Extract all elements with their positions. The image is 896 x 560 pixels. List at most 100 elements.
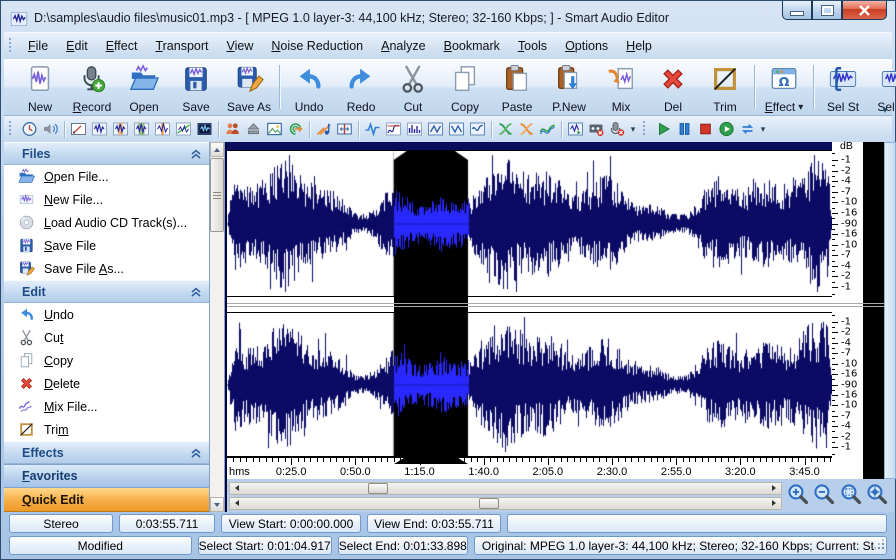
vertical-scrollbar[interactable] [884,142,896,479]
toolbar-overflow-button[interactable]: ▾ [758,126,768,133]
toolbar-button-trim[interactable]: Trim [699,62,751,114]
toolbar-button-copy[interactable]: Copy [439,62,491,114]
menu-item-noise-reduction[interactable]: Noise Reduction [262,36,372,56]
sidebar-item-new-file[interactable]: New File... [4,188,209,211]
toolbar-grip[interactable] [8,121,13,137]
sidebar-scrollbar-thumb[interactable] [210,158,224,232]
smooth-icon[interactable] [537,119,558,139]
zoom-out-button[interactable] [812,482,835,510]
toolbar-button-record[interactable]: Record [66,62,118,114]
menu-item-file[interactable]: File [19,36,57,56]
wave-crop-icon[interactable] [131,119,152,139]
menu-item-effect[interactable]: Effect [97,36,147,56]
horizontal-scrollbar-1[interactable] [229,482,782,495]
dropdown-caret-icon[interactable]: ▾ [798,102,803,113]
playcircle-icon[interactable] [716,119,737,139]
minimize-button[interactable] [782,1,812,20]
maximize-button[interactable] [812,1,842,20]
waveform-overview-strip[interactable] [227,142,832,150]
collapse-chevron-icon[interactable] [191,448,201,458]
toolbar-grip[interactable] [642,121,647,137]
scrollbar-thumb[interactable] [368,483,388,494]
sidebar-item-load-audio-cd-track-s[interactable]: Load Audio CD Track(s)... [4,211,209,234]
zoom-in-button[interactable] [786,482,809,510]
wave-envelope-icon[interactable] [173,119,194,139]
scroll-left-arrow[interactable] [231,499,243,508]
waveform-right-channel[interactable] [227,312,832,457]
play-icon[interactable] [653,119,674,139]
filter2-icon[interactable] [446,119,467,139]
toolbar-button-mix[interactable]: Mix [595,62,647,114]
cross-green-icon[interactable] [495,119,516,139]
menu-item-bookmark[interactable]: Bookmark [435,36,509,56]
pause-icon[interactable] [674,119,695,139]
sidebar-band-favorites[interactable]: Favorites [4,464,209,488]
stop-icon[interactable] [695,119,716,139]
sidebar-item-mix-file[interactable]: Mix File... [4,395,209,418]
cursor-marker-icon[interactable] [334,119,355,139]
toolbar-button-save[interactable]: Save [170,62,222,114]
wave-marker-icon[interactable] [152,119,173,139]
zoom-full-button[interactable] [865,482,888,510]
sidebar-item-copy[interactable]: Copy [4,349,209,372]
toolbar-overflow-button[interactable]: ▾ [628,126,638,133]
sidebar-item-delete[interactable]: Delete [4,372,209,395]
menu-item-analyze[interactable]: Analyze [372,36,434,56]
tape-x-icon[interactable] [586,119,607,139]
eject-icon[interactable] [243,119,264,139]
toolbar-button-p-new[interactable]: P.New [543,62,595,114]
sidebar-scrollbar[interactable] [210,142,225,512]
spiral-icon[interactable] [285,119,306,139]
sidebar-item-undo[interactable]: Undo [4,303,209,326]
title-bar[interactable]: D:\samples\audio files\music01.mp3 - [ M… [4,3,892,32]
clip-play-icon[interactable] [565,119,586,139]
resize-grip[interactable] [874,540,886,552]
mic-x-icon[interactable] [607,119,628,139]
sidebar-section-edit[interactable]: Edit [4,280,209,303]
scroll-up-arrow[interactable] [210,142,224,157]
scroll-right-arrow[interactable] [768,499,780,508]
sidebar-item-save-file-as[interactable]: Save File As... [4,257,209,280]
menu-item-view[interactable]: View [217,36,262,56]
image-icon[interactable] [264,119,285,139]
scrollbar-thumb[interactable] [479,498,499,509]
clock-icon[interactable] [19,119,40,139]
horizontal-scrollbar-2[interactable] [229,497,782,510]
menu-item-transport[interactable]: Transport [146,36,217,56]
scroll-down-arrow[interactable] [210,497,224,512]
sidebar-band-quick-edit[interactable]: Quick Edit [4,488,209,512]
toolbar-button-save-as[interactable]: Save As [222,62,276,114]
menu-item-edit[interactable]: Edit [57,36,97,56]
menu-item-tools[interactable]: Tools [509,36,556,56]
menu-item-help[interactable]: Help [617,36,661,56]
collapse-chevron-icon[interactable] [191,287,201,297]
toolbar-button-paste[interactable]: Paste [491,62,543,114]
waveform-left-channel[interactable] [227,150,832,297]
sidebar-item-save-file[interactable]: Save File [4,234,209,257]
filter1-icon[interactable] [425,119,446,139]
spectrum2-icon[interactable] [404,119,425,139]
toolbar-button-del[interactable]: Del [647,62,699,114]
zoom-to-selection-button[interactable] [839,482,862,510]
toolbar-button-sel-st[interactable]: Sel St [817,62,869,114]
close-button[interactable] [842,1,887,20]
speaker-icon[interactable] [40,119,61,139]
gauge-icon[interactable] [68,119,89,139]
filter3-icon[interactable] [467,119,488,139]
toolbar-button-new[interactable]: New [14,62,66,114]
loop-icon[interactable] [737,119,758,139]
sidebar-item-trim[interactable]: Trim [4,418,209,441]
toolbar-button-open[interactable]: Open [118,62,170,114]
collapse-chevron-icon[interactable] [191,149,201,159]
wave-copy-icon[interactable] [89,119,110,139]
sidebar-section-files[interactable]: Files [4,142,209,165]
sidebar-item-cut[interactable]: Cut [4,326,209,349]
toolbar-button-effect[interactable]: ΩEffect▾ [758,62,810,114]
scroll-right-arrow[interactable] [768,484,780,493]
toolbar-button-undo[interactable]: Undo [283,62,335,114]
menu-item-options[interactable]: Options [556,36,617,56]
toolbar-overflow-button[interactable]: ▾ [879,106,891,114]
menubar-grip[interactable] [8,38,13,54]
wave-window-icon[interactable] [194,119,215,139]
scroll-left-arrow[interactable] [231,484,243,493]
